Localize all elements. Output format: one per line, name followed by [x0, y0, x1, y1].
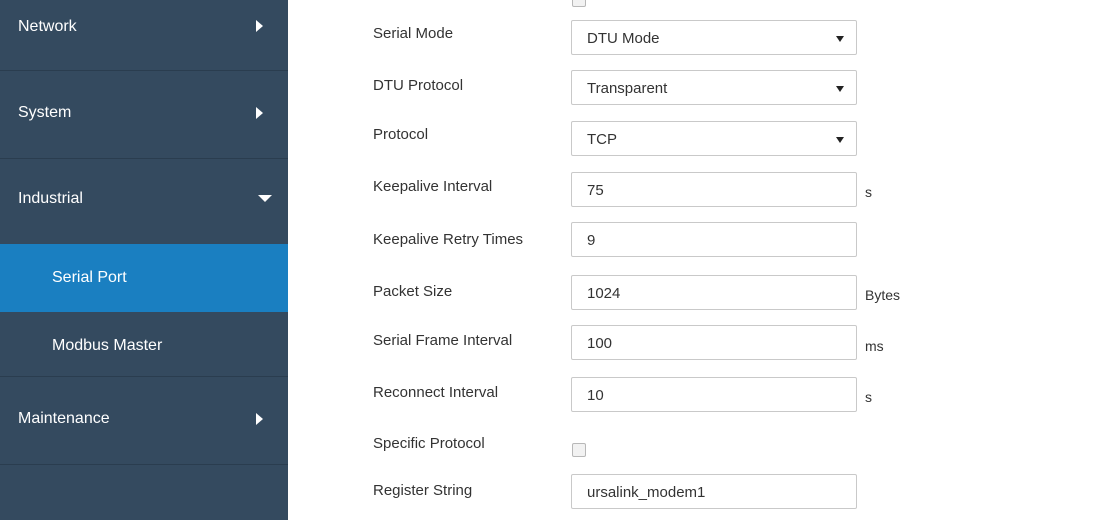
keepalive-interval-value: 75 [587, 182, 604, 199]
sidebar-item-system[interactable]: System [0, 71, 288, 158]
caret-down-icon [836, 36, 844, 42]
chevron-right-icon [256, 413, 263, 425]
chevron-right-icon [256, 107, 263, 119]
keepalive-interval-unit: s [865, 184, 872, 200]
sidebar-subitem-label: Modbus Master [52, 337, 163, 354]
dtu-protocol-label: DTU Protocol [373, 77, 464, 94]
sidebar-item-label: Industrial [18, 190, 83, 207]
reconnect-interval-input[interactable]: 10 [571, 377, 857, 412]
caret-down-icon [836, 137, 844, 143]
keepalive-interval-label: Keepalive Interval [373, 178, 493, 195]
register-string-value: ursalink_modem1 [587, 484, 706, 501]
serial-mode-label: Serial Mode [373, 25, 454, 42]
reconnect-interval-label: Reconnect Interval [373, 384, 499, 401]
packet-size-value: 1024 [587, 285, 621, 302]
packet-size-input[interactable]: 1024 [571, 275, 857, 310]
divider [0, 464, 288, 465]
chevron-down-icon [258, 195, 272, 202]
serial-mode-select[interactable]: DTU Mode [571, 20, 857, 55]
chevron-right-icon [256, 20, 263, 32]
specific-protocol-label: Specific Protocol [373, 435, 485, 452]
keepalive-interval-input[interactable]: 75 [571, 172, 857, 207]
sidebar: Network System Industrial Serial Port Mo… [0, 0, 288, 520]
sidebar-item-label: Network [18, 18, 77, 35]
partial-checkbox[interactable] [572, 0, 586, 7]
protocol-label: Protocol [373, 126, 429, 143]
serial-frame-interval-unit: ms [865, 338, 884, 354]
dtu-protocol-value: Transparent [587, 80, 668, 97]
sidebar-subitem-label: Serial Port [52, 269, 127, 286]
sidebar-item-label: System [18, 104, 72, 121]
reconnect-interval-value: 10 [587, 387, 604, 404]
keepalive-retry-times-label: Keepalive Retry Times [373, 231, 524, 248]
packet-size-label: Packet Size [373, 283, 453, 300]
keepalive-retry-times-value: 9 [587, 232, 596, 249]
sidebar-subitem-serial-port[interactable]: Serial Port [0, 244, 288, 312]
serial-frame-interval-input[interactable]: 100 [571, 325, 857, 360]
serial-port-form: Serial Mode DTU Mode DTU Protocol Transp… [288, 0, 1112, 520]
sidebar-item-label: Maintenance [18, 410, 110, 427]
dtu-protocol-select[interactable]: Transparent [571, 70, 857, 105]
register-string-input[interactable]: ursalink_modem1 [571, 474, 857, 509]
specific-protocol-checkbox[interactable] [572, 443, 586, 457]
keepalive-retry-times-input[interactable]: 9 [571, 222, 857, 257]
serial-frame-interval-value: 100 [587, 335, 613, 352]
sidebar-subitem-modbus-master[interactable]: Modbus Master [0, 312, 288, 380]
serial-frame-interval-label: Serial Frame Interval [373, 332, 513, 349]
caret-down-icon [836, 86, 844, 92]
protocol-value: TCP [587, 131, 617, 148]
sidebar-item-maintenance[interactable]: Maintenance [0, 377, 288, 464]
packet-size-unit: Bytes [865, 287, 901, 303]
protocol-select[interactable]: TCP [571, 121, 857, 156]
serial-mode-value: DTU Mode [587, 30, 660, 47]
sidebar-item-network[interactable]: Network [0, 0, 288, 70]
register-string-label: Register String [373, 482, 473, 499]
reconnect-interval-unit: s [865, 389, 872, 405]
sidebar-item-industrial[interactable]: Industrial [0, 159, 288, 244]
